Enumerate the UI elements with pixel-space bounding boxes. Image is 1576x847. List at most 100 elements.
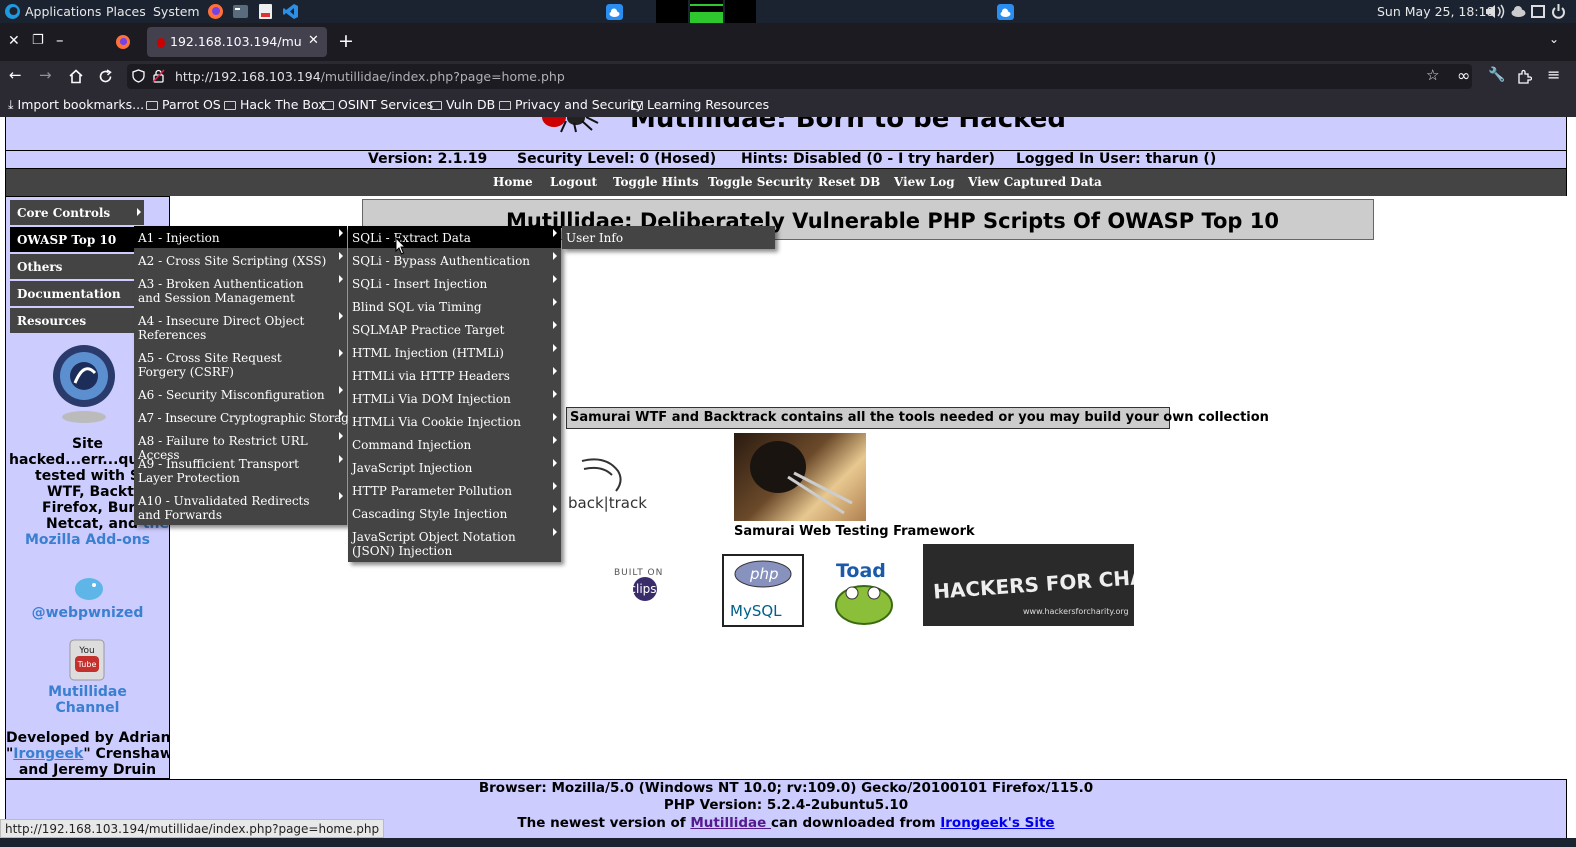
bookmark-osint[interactable]: OSINT Services — [322, 97, 433, 112]
clock[interactable]: Sun May 25, 18:18 — [1377, 4, 1494, 19]
mozilla-addons-link[interactable]: Mozilla Add-ons — [6, 532, 169, 548]
back-icon[interactable]: ← — [9, 66, 22, 84]
menu-item-blind-sql[interactable]: Blind SQL via Timing — [348, 295, 561, 317]
sidebar-item-resources[interactable]: Resources — [10, 308, 144, 333]
menu-item-sqli-extract-data[interactable]: SQLi - Extract Data — [348, 226, 561, 248]
new-tab-icon[interactable]: + — [338, 30, 354, 52]
system-menu[interactable]: System — [153, 4, 200, 19]
menu-view-captured-data[interactable]: View Captured Data — [968, 175, 1102, 189]
irongeek-link[interactable]: Irongeek — [13, 746, 83, 762]
menu-item-user-info[interactable]: User Info — [562, 226, 775, 248]
menu-item-a7-crypto-storage[interactable]: A7 - Insecure Cryptographic Storage — [134, 406, 356, 428]
minimize-window-icon[interactable]: – — [56, 31, 64, 49]
close-tab-icon[interactable]: ✕ — [308, 33, 319, 48]
firefox-launcher-icon[interactable] — [207, 3, 224, 20]
insecure-lock-icon[interactable] — [152, 69, 165, 83]
menu-item-json-injection[interactable]: JavaScript Object Notation (JSON) Inject… — [348, 525, 561, 562]
youtube-icon[interactable]: You Tube — [67, 638, 107, 684]
tracking-shield-icon[interactable] — [132, 69, 145, 83]
menu-item-a9-transport[interactable]: A9 - Insufficient Transport Layer Protec… — [134, 452, 347, 488]
window-icon[interactable] — [1530, 3, 1547, 20]
bookmark-vuln-db[interactable]: Vuln DB — [430, 97, 495, 112]
sidebar-item-others[interactable]: Others — [10, 254, 144, 279]
menu-item-a6-misconfig[interactable]: A6 - Security Misconfiguration — [134, 383, 347, 405]
network-cloud-icon[interactable] — [1510, 3, 1527, 20]
menu-item-htmli-headers[interactable]: HTMLi via HTTP Headers — [348, 364, 561, 386]
extensions-puzzle-icon[interactable] — [1517, 69, 1532, 84]
text-editor-launcher-icon[interactable] — [257, 3, 274, 20]
list-tabs-icon[interactable]: ⌄ — [1549, 32, 1559, 46]
menu-view-log[interactable]: View Log — [894, 175, 955, 189]
footer-text: The newest version of — [517, 815, 691, 831]
reload-icon[interactable] — [98, 69, 113, 84]
menu-item-a1-injection[interactable]: A1 - Injection — [134, 226, 347, 248]
sidebar-item-core-controls[interactable]: Core Controls — [10, 200, 144, 225]
menu-item-html-injection[interactable]: HTML Injection (HTMLi) — [348, 341, 561, 363]
menu-item-a10-redirects[interactable]: A10 - Unvalidated Redirects and Forwards — [134, 489, 347, 525]
firefox-view-icon[interactable] — [115, 34, 131, 50]
menu-reset-db[interactable]: Reset DB — [818, 175, 880, 189]
url-bar[interactable]: http://192.168.103.194/mutillidae/index.… — [127, 64, 1472, 89]
forward-icon[interactable]: → — [39, 66, 52, 84]
menu-item-htmli-dom[interactable]: HTMLi Via DOM Injection — [348, 387, 561, 409]
power-icon[interactable] — [1550, 3, 1567, 20]
owasp-logo-icon[interactable] — [51, 343, 117, 427]
parrot-logo-icon[interactable] — [4, 3, 21, 20]
menu-item-htmli-cookie[interactable]: HTMLi Via Cookie Injection — [348, 410, 561, 432]
workspace-cloud-icon[interactable] — [606, 4, 623, 21]
php-mysql-logo[interactable]: php MySQL — [722, 554, 804, 627]
bookmark-parrot-os[interactable]: Parrot OS — [146, 97, 221, 112]
workspace-cloud-icon[interactable] — [997, 4, 1014, 21]
twitter-link[interactable]: @webpwnized — [6, 605, 169, 621]
eclipse-logo-icon[interactable]: BUILT ON eclipse — [610, 563, 680, 605]
menu-item-a5-csrf[interactable]: A5 - Cross Site Request Forgery (CSRF) — [134, 346, 347, 382]
menu-item-css-injection[interactable]: Cascading Style Injection — [348, 502, 561, 524]
menu-logout[interactable]: Logout — [550, 175, 597, 189]
sidebar-item-documentation[interactable]: Documentation — [10, 281, 144, 306]
home-icon[interactable] — [68, 69, 84, 84]
menu-item-a2-xss[interactable]: A2 - Cross Site Scripting (XSS) — [134, 249, 347, 271]
nav-bar: ← → http://192.168.103.194/mutillidae/in… — [0, 61, 1576, 92]
menu-item-sqlmap-target[interactable]: SQLMAP Practice Target — [348, 318, 561, 340]
restore-window-icon[interactable]: ❐ — [32, 33, 44, 48]
bookmark-learning[interactable]: Learning Resources — [631, 97, 769, 112]
applications-menu[interactable]: Applications — [25, 4, 101, 19]
menu-item-javascript-injection[interactable]: JavaScript Injection — [348, 456, 561, 478]
extension-infinity-icon[interactable]: ∞ — [1457, 66, 1470, 85]
menu-item-http-param-pollution[interactable]: HTTP Parameter Pollution — [348, 479, 561, 501]
bookmark-hack-the-box[interactable]: Hack The Box — [224, 97, 326, 112]
bookmark-import[interactable]: ⤓ Import bookmarks... — [8, 97, 144, 113]
menu-item-a3-broken-auth[interactable]: A3 - Broken Authentication and Session M… — [134, 272, 347, 308]
backtrack-logo-icon[interactable]: back|track — [566, 455, 648, 515]
irongeek-site-link[interactable]: Irongeek's Site — [940, 815, 1054, 831]
footer-php-version: PHP Version: 5.2.4-2ubuntu5.10 — [663, 797, 909, 813]
sidebar-item-owasp-top-10[interactable]: OWASP Top 10 — [10, 227, 144, 252]
menu-toggle-security[interactable]: Toggle Security — [708, 175, 812, 189]
menu-item-label: A9 - Insufficient Transport Layer Protec… — [138, 457, 299, 485]
toad-logo-icon[interactable]: Toad — [830, 557, 900, 627]
bookmark-privacy[interactable]: Privacy and Security — [499, 97, 643, 112]
bookmark-label: Import bookmarks... — [17, 97, 145, 112]
hackers-for-charity-banner[interactable]: HACKERS FOR CHARITY www.hackersforcharity… — [923, 544, 1134, 626]
menu-item-sqli-insert[interactable]: SQLi - Insert Injection — [348, 272, 561, 294]
menu-home[interactable]: Home — [493, 175, 533, 189]
tab-mutillidae[interactable]: 192.168.103.194/mutillidae ✕ — [147, 27, 327, 57]
menu-toggle-hints[interactable]: Toggle Hints — [613, 175, 699, 189]
hamburger-menu-icon[interactable]: ≡ — [1547, 65, 1560, 84]
vscode-launcher-icon[interactable] — [282, 3, 299, 20]
youtube-channel-link[interactable]: Mutillidae Channel — [6, 684, 169, 716]
volume-icon[interactable] — [1484, 3, 1508, 20]
terminal-launcher-icon[interactable] — [232, 3, 249, 20]
menu-item-command-injection[interactable]: Command Injection — [348, 433, 561, 455]
tools-wrench-icon[interactable]: 🔧 — [1488, 67, 1505, 83]
mutillidae-link[interactable]: Mutillidae — [690, 815, 771, 831]
chevron-right-icon — [553, 321, 557, 329]
samurai-image[interactable] — [734, 433, 866, 521]
places-menu[interactable]: Places — [106, 4, 146, 19]
bookmark-star-icon[interactable]: ☆ — [1426, 66, 1439, 84]
twitter-bird-icon[interactable] — [70, 575, 108, 603]
menu-item-sqli-bypass-auth[interactable]: SQLi - Bypass Authentication — [348, 249, 561, 271]
menu-item-a4-idor[interactable]: A4 - Insecure Direct Object References — [134, 309, 347, 345]
menu-item-a8-url-access[interactable]: A8 - Failure to Restrict URL Access — [134, 429, 347, 462]
close-window-icon[interactable]: ✕ — [8, 33, 20, 49]
